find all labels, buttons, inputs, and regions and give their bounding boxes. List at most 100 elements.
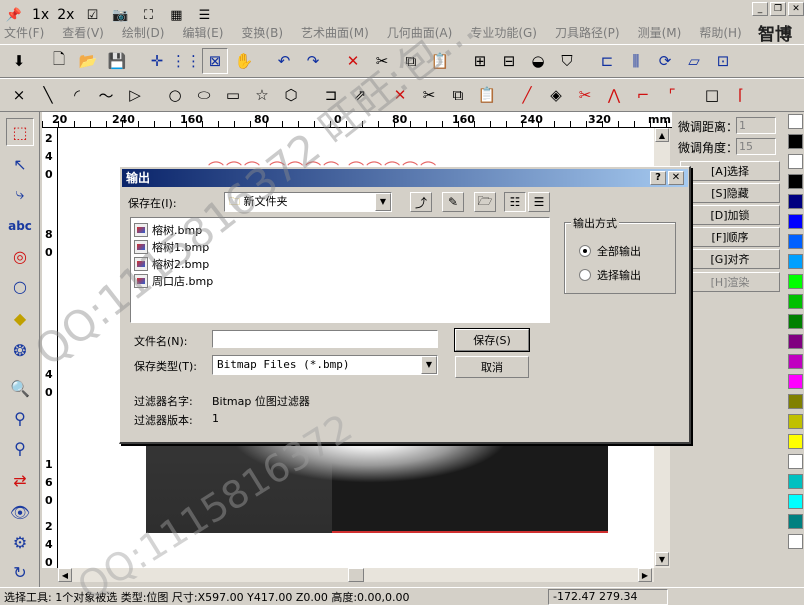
color-swatch[interactable] — [788, 414, 803, 429]
scroll-thumb[interactable] — [348, 568, 364, 582]
filetype-select[interactable]: Bitmap Files (*.bmp) ▼ — [212, 355, 438, 375]
box-select-icon[interactable]: ⊠ — [202, 48, 228, 74]
layers-icon[interactable]: ☰ — [194, 5, 214, 25]
eye-icon[interactable]: 👁 — [6, 498, 34, 526]
line-icon[interactable]: ╲ — [35, 82, 61, 108]
order-button[interactable]: [F]顺序 — [680, 227, 780, 247]
fill-tool-icon[interactable]: ◆ — [6, 304, 34, 332]
node-edit-icon[interactable]: ↖ — [6, 150, 34, 178]
curve-tool-icon[interactable]: ⤷ — [6, 180, 34, 208]
polygon-icon[interactable]: ⬡ — [278, 82, 304, 108]
frame-icon[interactable]: □ — [699, 82, 725, 108]
cancel-button[interactable]: 取消 — [455, 356, 529, 378]
file-item[interactable]: 周口店.bmp — [134, 272, 546, 289]
hand-icon[interactable]: ✋ — [231, 48, 257, 74]
measure-tool-icon[interactable]: ⇄ — [6, 466, 34, 494]
hide-button[interactable]: [S]隐藏 — [680, 183, 780, 203]
rotate-view-icon[interactable]: ↻ — [6, 558, 34, 586]
file-item[interactable]: 榕树.bmp — [134, 221, 546, 238]
menu-transform[interactable]: 变换(B) — [241, 24, 283, 42]
color-swatch[interactable] — [788, 234, 803, 249]
arc-icon[interactable]: ◜ — [64, 82, 90, 108]
ungroup-icon[interactable]: ⊟ — [496, 48, 522, 74]
import-icon[interactable]: ⬇ — [6, 48, 32, 74]
extend-icon[interactable]: ⇗ — [347, 82, 373, 108]
radio-output-all[interactable]: 全部输出 — [579, 243, 641, 259]
break-icon[interactable]: ⋀ — [601, 82, 627, 108]
cut-node-icon[interactable]: ✂ — [416, 82, 442, 108]
help-button[interactable]: ? — [650, 171, 666, 185]
open-file-icon[interactable]: 📂 — [75, 48, 101, 74]
chamfer-icon[interactable]: ⌜ — [659, 82, 685, 108]
color-swatch[interactable] — [788, 394, 803, 409]
scroll-up-arrow[interactable]: ▲ — [655, 128, 669, 142]
chevron-down-icon[interactable]: ▼ — [375, 193, 391, 211]
menu-draw[interactable]: 绘制(D) — [122, 24, 165, 42]
color-swatch[interactable] — [788, 434, 803, 449]
close-button[interactable]: ✕ — [788, 2, 804, 16]
check-icon[interactable]: ☑ — [82, 5, 102, 25]
menu-help[interactable]: 帮助(H) — [699, 24, 741, 42]
zoom-1x-button[interactable]: 1x — [32, 7, 49, 23]
mirror-icon[interactable]: ⫼ — [623, 48, 649, 74]
fit-view-icon[interactable]: ⛶ — [138, 5, 158, 25]
browse-icon[interactable]: ✎ — [442, 192, 464, 212]
corner-icon[interactable]: ⌈ — [728, 82, 754, 108]
fillet-icon[interactable]: ⌐ — [630, 82, 656, 108]
dialog-close-button[interactable]: ✕ — [668, 171, 684, 185]
redo-icon[interactable]: ↷ — [300, 48, 326, 74]
point-icon[interactable]: × — [6, 82, 32, 108]
color-swatch[interactable] — [788, 354, 803, 369]
color-swatch[interactable] — [788, 254, 803, 269]
copy-node-icon[interactable]: ⧉ — [445, 82, 471, 108]
color-swatch[interactable] — [788, 494, 803, 509]
menu-edit[interactable]: 编辑(E) — [182, 24, 223, 42]
copy-icon[interactable]: ⧉ — [398, 48, 424, 74]
grid-icon[interactable]: ⋮⋮ — [171, 48, 201, 74]
color-swatch[interactable] — [788, 134, 803, 149]
new-folder-icon[interactable]: 🗁 — [474, 192, 496, 212]
group-icon[interactable]: ⊞ — [467, 48, 493, 74]
scroll-left-arrow[interactable]: ◀ — [58, 568, 72, 582]
lock-button[interactable]: [D]加锁 — [680, 205, 780, 225]
color-swatch[interactable] — [788, 474, 803, 489]
save-button[interactable]: 保存(S) — [454, 328, 530, 352]
paste-icon[interactable]: 📋 — [427, 48, 453, 74]
wave-tool-icon[interactable]: ❂ — [6, 336, 34, 364]
sphere-icon[interactable]: ◒ — [525, 48, 551, 74]
circle-icon[interactable]: ○ — [162, 82, 188, 108]
chevron-down-icon[interactable]: ▼ — [421, 356, 437, 374]
new-file-icon[interactable]: 🗋 — [46, 48, 72, 74]
menu-geometric-surface[interactable]: 几何曲面(A) — [387, 24, 453, 42]
node-line-icon[interactable]: ╱ — [514, 82, 540, 108]
file-item[interactable]: 榕树1.bmp — [134, 238, 546, 255]
file-item[interactable]: 榕树2.bmp — [134, 255, 546, 272]
folder-combo[interactable]: 🗀 新文件夹 ▼ — [224, 192, 392, 212]
zoom-fit-icon[interactable]: ⚲ — [6, 434, 34, 462]
color-swatch[interactable] — [788, 174, 803, 189]
color-swatch[interactable] — [788, 514, 803, 529]
pin-icon[interactable]: 📌 — [4, 5, 24, 25]
ellipse-icon[interactable]: ⬭ — [191, 82, 217, 108]
fill-icon[interactable]: ◈ — [543, 82, 569, 108]
horizontal-scrollbar[interactable]: ◀ ▶ — [58, 568, 654, 582]
text-tool-icon[interactable]: abc — [6, 212, 34, 240]
curve-icon[interactable]: 〜 — [93, 82, 119, 108]
align-icon[interactable]: ⊏ — [594, 48, 620, 74]
scroll-right-arrow[interactable]: ▶ — [638, 568, 652, 582]
color-swatch[interactable] — [788, 454, 803, 469]
star-icon[interactable]: ☆ — [249, 82, 275, 108]
color-swatch[interactable] — [788, 114, 803, 129]
fine-distance-input[interactable]: 1 — [736, 117, 776, 134]
menu-view[interactable]: 查看(V) — [62, 24, 104, 42]
array-icon[interactable]: ⊡ — [710, 48, 736, 74]
color-swatch[interactable] — [788, 314, 803, 329]
color-swatch[interactable] — [788, 374, 803, 389]
shield-icon[interactable]: ⛉ — [554, 48, 580, 74]
minimize-button[interactable]: _ — [752, 2, 768, 16]
radio-output-selected[interactable]: 选择输出 — [579, 267, 641, 283]
menu-art-surface[interactable]: 艺术曲面(M) — [301, 24, 369, 42]
color-swatch[interactable] — [788, 214, 803, 229]
up-folder-icon[interactable]: ⤴ — [410, 192, 432, 212]
details-view-icon[interactable]: ☰ — [528, 192, 550, 212]
